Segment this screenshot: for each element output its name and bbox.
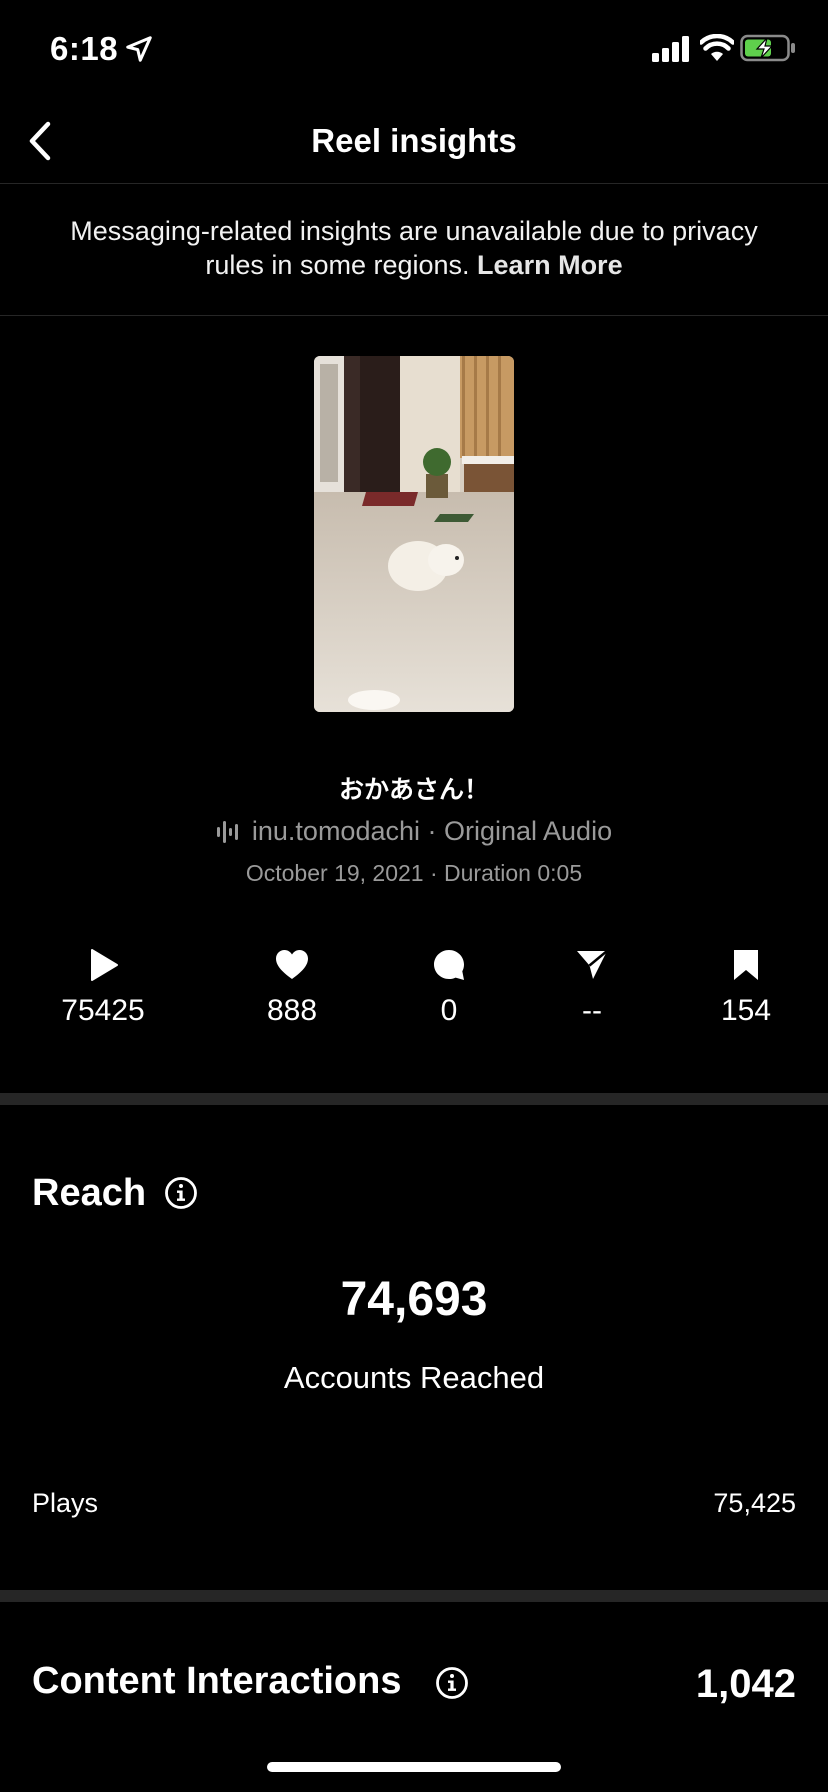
learn-more-link[interactable]: Learn More <box>477 250 623 280</box>
comment-bubble-icon <box>434 950 464 980</box>
comments-count: 0 <box>440 994 458 1027</box>
heart-icon <box>276 950 308 979</box>
accounts-reached-value: 74,693 <box>340 1273 488 1326</box>
reach-title: Reach <box>32 1172 147 1214</box>
plays-row-value: 75,425 <box>713 1488 796 1518</box>
stat-plays: 75425 <box>28 948 178 1028</box>
likes-count: 888 <box>266 994 318 1027</box>
info-icon[interactable] <box>164 1176 198 1210</box>
stats-row: 75425 888 0 -- 154 <box>0 948 828 1048</box>
plays-row-label: Plays <box>32 1488 99 1518</box>
date-duration: October 19, 2021 · Duration 0:05 <box>245 860 583 886</box>
battery-charging-icon <box>740 34 795 62</box>
audio-line[interactable]: inu.tomodachi · Original Audio <box>0 816 828 847</box>
play-icon <box>91 949 118 981</box>
stat-comments: 0 <box>374 948 524 1028</box>
bookmark-icon <box>734 950 758 980</box>
privacy-notice: Messaging-related insights are unavailab… <box>0 184 828 316</box>
reel-caption: おかあさん！ <box>338 776 489 804</box>
saves-count: 154 <box>720 994 772 1027</box>
nav-bar: Reel insights <box>0 100 828 184</box>
plays-count: 75425 <box>61 994 145 1027</box>
section-divider <box>0 1093 828 1105</box>
accounts-reached-label: Accounts Reached <box>283 1360 545 1395</box>
shares-count: -- <box>582 994 602 1027</box>
info-icon[interactable] <box>435 1666 469 1700</box>
stat-shares: -- <box>517 948 667 1028</box>
status-bar: 6:18 <box>0 0 828 100</box>
audio-wave-icon <box>216 820 238 843</box>
content-interactions-title: Content Interactions <box>32 1660 402 1702</box>
reel-thumbnail[interactable] <box>314 356 514 712</box>
status-time: 6:18 <box>50 30 119 67</box>
location-arrow-icon <box>126 36 152 62</box>
cellular-signal-icon <box>652 36 689 62</box>
home-indicator[interactable] <box>267 1762 561 1772</box>
page-title: Reel insights <box>311 122 517 159</box>
section-divider <box>0 1590 828 1602</box>
content-interactions-value: 1,042 <box>695 1662 796 1706</box>
wifi-icon <box>700 34 734 61</box>
paper-plane-icon <box>577 950 608 979</box>
audio-text: inu.tomodachi · Original Audio <box>251 816 613 846</box>
stat-likes: 888 <box>217 948 367 1028</box>
notice-text: Messaging-related insights are unavailab… <box>70 216 758 280</box>
stat-saves: 154 <box>671 948 821 1028</box>
